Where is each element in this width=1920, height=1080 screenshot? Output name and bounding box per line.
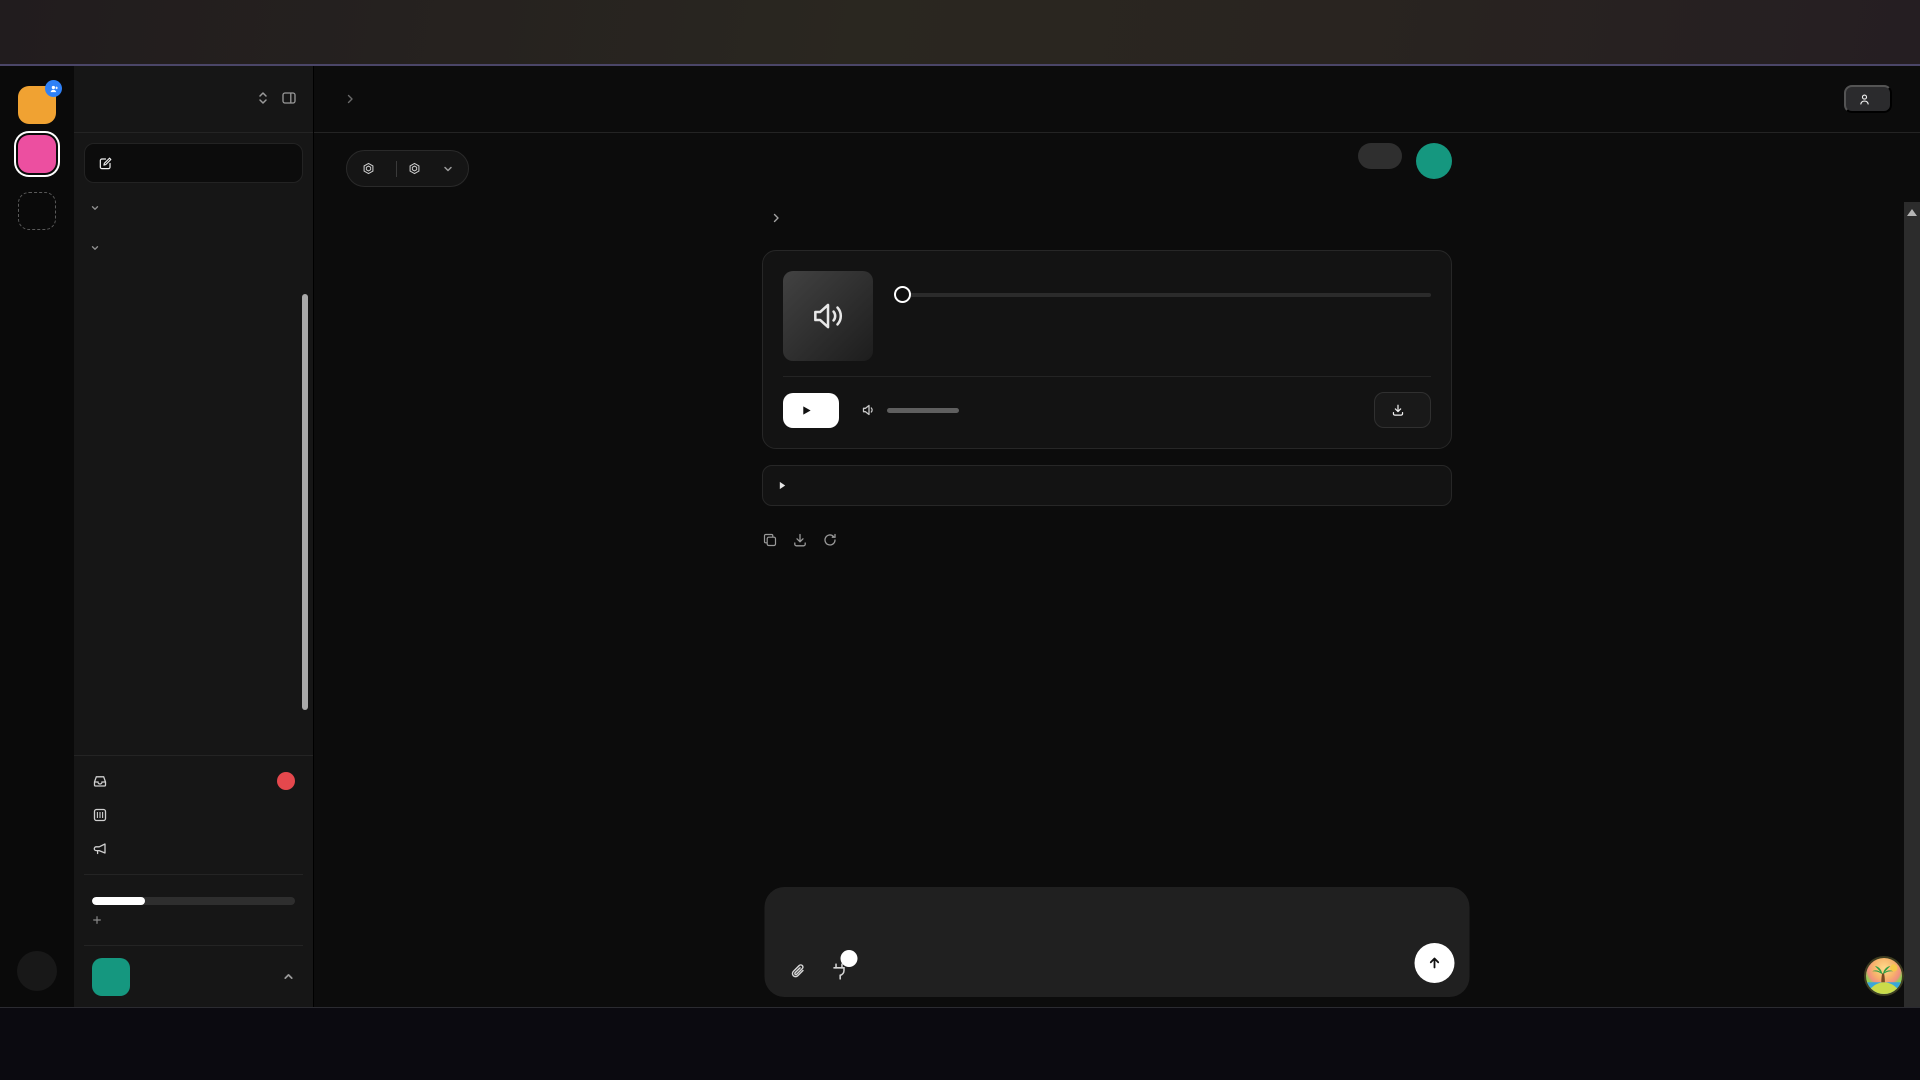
app-window: [0, 66, 1920, 1008]
app-logo[interactable]: [17, 951, 57, 991]
play-button[interactable]: [783, 393, 839, 428]
workspace-switcher-icon[interactable]: [255, 90, 273, 108]
seek-knob[interactable]: [894, 286, 911, 303]
arrow-up-icon: [1427, 955, 1443, 971]
pages-progress-track[interactable]: [92, 897, 295, 905]
desktop-backdrop-bottom: [0, 1008, 1920, 1080]
sidebar-item-documents[interactable]: [84, 798, 303, 832]
shared-chats-section[interactable]: [90, 203, 299, 213]
divider: [396, 161, 397, 177]
sidebar-bottom-nav: [74, 755, 313, 1007]
get-more-pages-button[interactable]: [92, 915, 295, 925]
avatar: [1416, 143, 1452, 179]
chevron-down-icon: [90, 203, 100, 213]
chevron-down-icon: [90, 243, 100, 253]
download-icon: [1391, 403, 1405, 417]
copy-icon[interactable]: [762, 532, 779, 549]
divider: [783, 376, 1431, 377]
podcast-player-card: [762, 250, 1452, 449]
message-actions: [762, 532, 1452, 549]
person-icon: [1858, 93, 1871, 106]
seek-track[interactable]: [895, 293, 1431, 297]
play-icon: [801, 405, 812, 416]
model-selector[interactable]: [346, 150, 469, 187]
openai-icon: [407, 161, 422, 176]
sidebar-item-announcements[interactable]: [84, 832, 303, 866]
chevron-down-icon: [442, 163, 454, 175]
megaphone-icon: [92, 841, 108, 857]
podcast-thumbnail: [783, 271, 873, 361]
connector-count-badge: [841, 950, 858, 967]
island-extension-icon[interactable]: [1864, 956, 1904, 996]
workspace-tr-avatar[interactable]: [18, 135, 56, 173]
workspace-rail: [0, 66, 74, 1007]
usage-meter: [84, 874, 303, 935]
connectors-icon[interactable]: [830, 962, 849, 981]
main-scrollbar[interactable]: [1904, 202, 1920, 1007]
download-icon[interactable]: [792, 532, 809, 549]
desktop-backdrop-top: [0, 0, 1920, 64]
send-button[interactable]: [1415, 943, 1455, 983]
inbox-count-badge: [277, 772, 295, 790]
topbar: [314, 66, 1920, 133]
new-chat-button[interactable]: [84, 143, 303, 183]
attachment-icon[interactable]: [789, 962, 808, 981]
add-workspace-button[interactable]: [18, 192, 56, 230]
volume-control: [861, 402, 959, 418]
chevron-up-icon: [282, 970, 295, 983]
inbox-icon: [92, 773, 108, 789]
volume-slider[interactable]: [887, 408, 959, 413]
download-button[interactable]: [1374, 392, 1431, 428]
sidebar-header: [74, 66, 313, 133]
triangle-right-icon: [778, 481, 787, 490]
user-profile-menu[interactable]: [84, 945, 303, 1007]
chevron-right-icon: [344, 93, 356, 105]
chevron-right-icon: [770, 212, 782, 224]
edit-icon: [98, 156, 113, 171]
scroll-up-arrow[interactable]: [1907, 209, 1917, 216]
main-panel: [314, 66, 1920, 1007]
visibility-button[interactable]: [1844, 85, 1892, 113]
sidebar: [74, 66, 314, 1007]
volume-icon[interactable]: [861, 402, 877, 418]
chat-content: [314, 133, 1920, 1007]
seek-bar: [895, 286, 1431, 303]
pages-progress-fill: [92, 897, 145, 905]
message-composer: [765, 887, 1470, 997]
transcript-expander[interactable]: [762, 465, 1452, 506]
documents-icon: [92, 807, 108, 823]
sidebar-body: [74, 133, 313, 755]
private-chats-section[interactable]: [90, 243, 299, 253]
workspace-te-avatar[interactable]: [18, 86, 56, 124]
conversation-column: [762, 143, 1452, 549]
reviewed-steps-expander[interactable]: [762, 212, 782, 224]
user-message-bubble: [1358, 143, 1402, 169]
regenerate-icon[interactable]: [822, 532, 839, 549]
sidebar-item-inbox[interactable]: [84, 764, 303, 798]
user-message-row: [762, 143, 1452, 179]
sidebar-scrollbar-thumb[interactable]: [302, 294, 308, 710]
plus-icon: [92, 915, 102, 925]
message-input[interactable]: [765, 887, 1470, 936]
invite-badge-icon: [45, 80, 62, 97]
collapse-sidebar-icon[interactable]: [281, 90, 299, 108]
openai-icon: [361, 161, 376, 176]
avatar: [92, 958, 130, 996]
speaker-icon: [809, 297, 847, 335]
